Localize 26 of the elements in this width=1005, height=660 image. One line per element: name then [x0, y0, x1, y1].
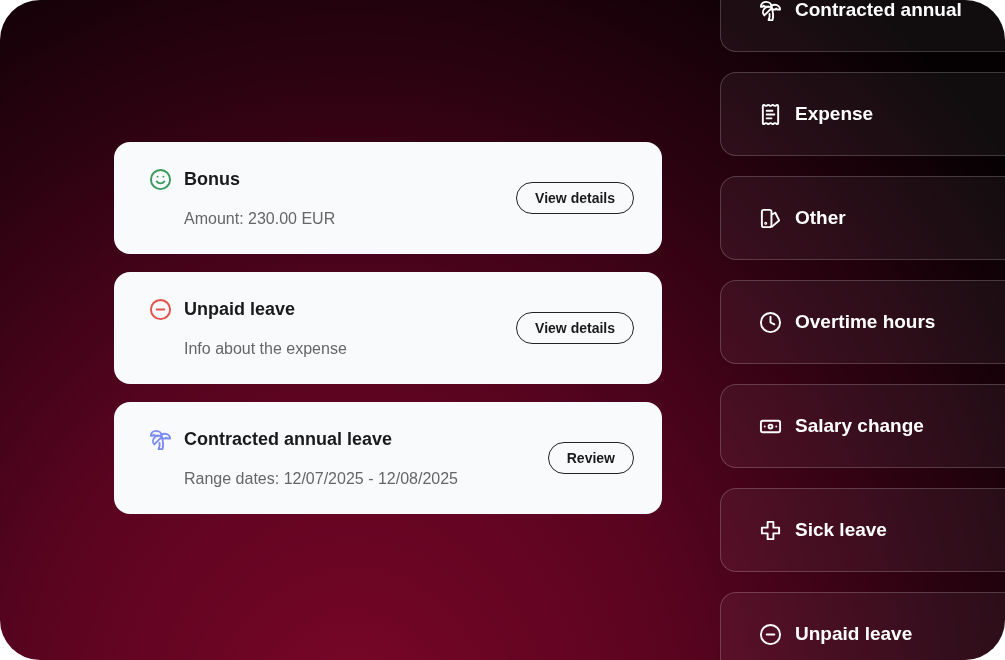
request-detail: Range dates: 12/07/2025 - 12/08/2025: [183, 468, 459, 489]
category-label: Expense: [795, 101, 874, 126]
request-title: Unpaid leave: [184, 297, 296, 321]
category-card[interactable]: Sick leave: [720, 488, 1005, 572]
palm-tree-icon: [759, 0, 782, 22]
category-card[interactable]: Other: [720, 176, 1005, 260]
category-label: Overtime hours: [795, 309, 936, 334]
category-label: Sick leave: [795, 517, 887, 542]
category-label: Unpaid leave: [795, 621, 913, 646]
minus-circle-icon: [759, 622, 782, 646]
category-card[interactable]: Unpaid leave: [720, 592, 1005, 660]
phone-shapes-icon: [759, 206, 782, 230]
receipt-icon: [759, 102, 782, 126]
category-card[interactable]: Overtime hours: [720, 280, 1005, 364]
request-title: Bonus: [184, 167, 240, 191]
category-label: Contracted annual: [795, 0, 962, 22]
category-card[interactable]: Salary change: [720, 384, 1005, 468]
request-title: Contracted annual leave: [184, 427, 393, 451]
cross-icon: [759, 518, 782, 542]
category-card[interactable]: Expense: [720, 72, 1005, 156]
request-detail: Amount: 230.00 EUR: [183, 208, 337, 229]
request-detail: Info about the expense: [183, 338, 348, 359]
category-card[interactable]: Contracted annual: [720, 0, 1005, 52]
category-label: Other: [795, 205, 846, 230]
category-label: Salary change: [795, 413, 924, 438]
clock-icon: [759, 310, 782, 334]
